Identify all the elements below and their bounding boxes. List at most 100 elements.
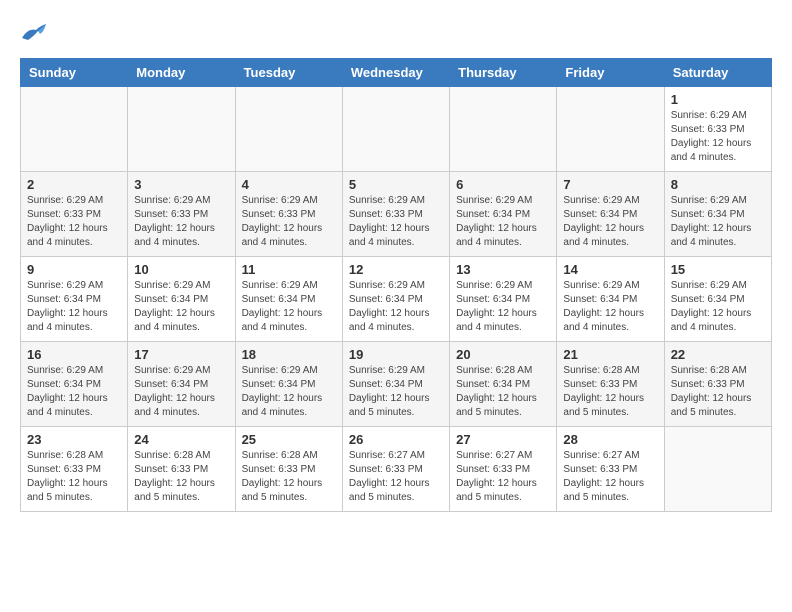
calendar-cell	[128, 87, 235, 172]
day-info: Sunrise: 6:29 AM Sunset: 6:34 PM Dayligh…	[27, 364, 121, 420]
day-number: 20	[456, 347, 550, 362]
day-info: Sunrise: 6:29 AM Sunset: 6:34 PM Dayligh…	[456, 279, 550, 335]
day-number: 19	[349, 347, 443, 362]
day-info: Sunrise: 6:28 AM Sunset: 6:33 PM Dayligh…	[242, 449, 336, 505]
day-number: 27	[456, 432, 550, 447]
day-number: 4	[242, 177, 336, 192]
calendar-cell: 7 Sunrise: 6:29 AM Sunset: 6:34 PM Daylig…	[557, 172, 664, 257]
calendar-cell: 6 Sunrise: 6:29 AM Sunset: 6:34 PM Daylig…	[450, 172, 557, 257]
day-info: Sunrise: 6:27 AM Sunset: 6:33 PM Dayligh…	[563, 449, 657, 505]
calendar-cell: 17 Sunrise: 6:29 AM Sunset: 6:34 PM Dayli…	[128, 342, 235, 427]
day-info: Sunrise: 6:29 AM Sunset: 6:34 PM Dayligh…	[242, 279, 336, 335]
calendar-cell: 5 Sunrise: 6:29 AM Sunset: 6:33 PM Daylig…	[342, 172, 449, 257]
day-number: 9	[27, 262, 121, 277]
day-number: 14	[563, 262, 657, 277]
calendar-cell: 1 Sunrise: 6:29 AM Sunset: 6:33 PM Daylig…	[664, 87, 771, 172]
calendar-cell: 20 Sunrise: 6:28 AM Sunset: 6:34 PM Dayli…	[450, 342, 557, 427]
day-info: Sunrise: 6:29 AM Sunset: 6:34 PM Dayligh…	[349, 364, 443, 420]
calendar-header-row: SundayMondayTuesdayWednesdayThursdayFrid…	[21, 59, 772, 87]
calendar-cell: 23Sunrise: 6:28 AM Sunset: 6:33 PM Dayli…	[21, 427, 128, 512]
day-number: 8	[671, 177, 765, 192]
calendar-week-row: 23 Sunrise: 6:28 AM Sunset: 6:33 PM Dayli…	[21, 427, 772, 512]
logo-icon	[20, 20, 48, 42]
calendar-cell: 18 Sunrise: 6:29 AM Sunset: 6:34 PM Dayli…	[235, 342, 342, 427]
calendar-cell: 4 Sunrise: 6:29 AM Sunset: 6:33 PM Daylig…	[235, 172, 342, 257]
calendar-cell	[450, 87, 557, 172]
day-info: Sunrise: 6:29 AM Sunset: 6:34 PM Dayligh…	[671, 279, 765, 335]
weekday-header-tuesday: Tuesday	[235, 59, 342, 87]
day-number: 23	[27, 432, 121, 447]
day-number: 1	[671, 92, 765, 107]
day-info: Sunrise: 6:29 AM Sunset: 6:34 PM Dayligh…	[563, 194, 657, 250]
weekday-header-saturday: Saturday	[664, 59, 771, 87]
calendar-cell: 21 Sunrise: 6:28 AM Sunset: 6:33 PM Dayli…	[557, 342, 664, 427]
calendar-cell: 13 Sunrise: 6:29 AM Sunset: 6:34 PM Dayli…	[450, 257, 557, 342]
calendar-cell: 28Sunrise: 6:27 AM Sunset: 6:33 PM Dayli…	[557, 427, 664, 512]
day-number: 12	[349, 262, 443, 277]
weekday-header-monday: Monday	[128, 59, 235, 87]
day-number: 3	[134, 177, 228, 192]
page-header	[20, 20, 772, 42]
day-number: 16	[27, 347, 121, 362]
calendar-cell	[342, 87, 449, 172]
day-info: Sunrise: 6:29 AM Sunset: 6:34 PM Dayligh…	[456, 194, 550, 250]
day-info: Sunrise: 6:29 AM Sunset: 6:34 PM Dayligh…	[563, 279, 657, 335]
weekday-header-wednesday: Wednesday	[342, 59, 449, 87]
calendar-cell: 27 Sunrise: 6:27 AM Sunset: 6:33 PM Dayli…	[450, 427, 557, 512]
day-info: Sunrise: 6:27 AM Sunset: 6:33 PM Dayligh…	[456, 449, 550, 505]
day-number: 25	[242, 432, 336, 447]
calendar-cell: 22 Sunrise: 6:28 AM Sunset: 6:33 PM Dayli…	[664, 342, 771, 427]
weekday-header-friday: Friday	[557, 59, 664, 87]
calendar-week-row: 9 Sunrise: 6:29 AM Sunset: 6:34 PM Daylig…	[21, 257, 772, 342]
day-number: 2	[27, 177, 121, 192]
calendar-cell: 26 Sunrise: 6:27 AM Sunset: 6:33 PM Dayli…	[342, 427, 449, 512]
day-number: 13	[456, 262, 550, 277]
calendar-cell: 3 Sunrise: 6:29 AM Sunset: 6:33 PM Daylig…	[128, 172, 235, 257]
calendar-table: SundayMondayTuesdayWednesdayThursdayFrid…	[20, 58, 772, 512]
logo	[20, 20, 52, 42]
day-number: 6	[456, 177, 550, 192]
weekday-header-sunday: Sunday	[21, 59, 128, 87]
calendar-cell: 24 Sunrise: 6:28 AM Sunset: 6:33 PM Dayli…	[128, 427, 235, 512]
calendar-cell: 8 Sunrise: 6:29 AM Sunset: 6:34 PM Daylig…	[664, 172, 771, 257]
weekday-header-thursday: Thursday	[450, 59, 557, 87]
day-info: Sunrise: 6:29 AM Sunset: 6:33 PM Dayligh…	[134, 194, 228, 250]
calendar-cell	[664, 427, 771, 512]
day-number: 26	[349, 432, 443, 447]
day-info: Sunrise: 6:29 AM Sunset: 6:34 PM Dayligh…	[134, 364, 228, 420]
day-number: 17	[134, 347, 228, 362]
day-info: Sunrise: 6:28 AM Sunset: 6:33 PM Dayligh…	[134, 449, 228, 505]
day-info: Sunrise: 6:29 AM Sunset: 6:34 PM Dayligh…	[27, 279, 121, 335]
day-info: Sunrise: 6:29 AM Sunset: 6:34 PM Dayligh…	[671, 194, 765, 250]
day-number: 22	[671, 347, 765, 362]
calendar-cell: 14 Sunrise: 6:29 AM Sunset: 6:34 PM Dayli…	[557, 257, 664, 342]
day-number: 7	[563, 177, 657, 192]
day-info: Sunrise: 6:29 AM Sunset: 6:34 PM Dayligh…	[242, 364, 336, 420]
day-info: Sunrise: 6:29 AM Sunset: 6:33 PM Dayligh…	[242, 194, 336, 250]
day-number: 5	[349, 177, 443, 192]
day-number: 11	[242, 262, 336, 277]
day-number: 24	[134, 432, 228, 447]
calendar-week-row: 16 Sunrise: 6:29 AM Sunset: 6:34 PM Dayli…	[21, 342, 772, 427]
calendar-cell: 25 Sunrise: 6:28 AM Sunset: 6:33 PM Dayli…	[235, 427, 342, 512]
calendar-cell: 16 Sunrise: 6:29 AM Sunset: 6:34 PM Dayli…	[21, 342, 128, 427]
calendar-cell: 11 Sunrise: 6:29 AM Sunset: 6:34 PM Dayli…	[235, 257, 342, 342]
day-info: Sunrise: 6:28 AM Sunset: 6:34 PM Dayligh…	[456, 364, 550, 420]
day-info: Sunrise: 6:29 AM Sunset: 6:33 PM Dayligh…	[671, 109, 765, 165]
day-number: 21	[563, 347, 657, 362]
day-info: Sunrise: 6:29 AM Sunset: 6:34 PM Dayligh…	[134, 279, 228, 335]
day-number: 15	[671, 262, 765, 277]
calendar-cell: 2 Sunrise: 6:29 AM Sunset: 6:33 PM Daylig…	[21, 172, 128, 257]
day-number: 18	[242, 347, 336, 362]
day-info: Sunrise: 6:29 AM Sunset: 6:33 PM Dayligh…	[349, 194, 443, 250]
day-number: 10	[134, 262, 228, 277]
calendar-cell: 10 Sunrise: 6:29 AM Sunset: 6:34 PM Dayli…	[128, 257, 235, 342]
calendar-week-row: 1 Sunrise: 6:29 AM Sunset: 6:33 PM Daylig…	[21, 87, 772, 172]
day-info: Sunrise: 6:27 AM Sunset: 6:33 PM Dayligh…	[349, 449, 443, 505]
day-info: Sunrise: 6:29 AM Sunset: 6:34 PM Dayligh…	[349, 279, 443, 335]
calendar-cell: 9 Sunrise: 6:29 AM Sunset: 6:34 PM Daylig…	[21, 257, 128, 342]
calendar-cell: 19 Sunrise: 6:29 AM Sunset: 6:34 PM Dayli…	[342, 342, 449, 427]
day-info: Sunrise: 6:28 AM Sunset: 6:33 PM Dayligh…	[563, 364, 657, 420]
day-info: Sunrise: 6:28 AM Sunset: 6:33 PM Dayligh…	[671, 364, 765, 420]
day-info: Sunrise: 6:29 AM Sunset: 6:33 PM Dayligh…	[27, 194, 121, 250]
